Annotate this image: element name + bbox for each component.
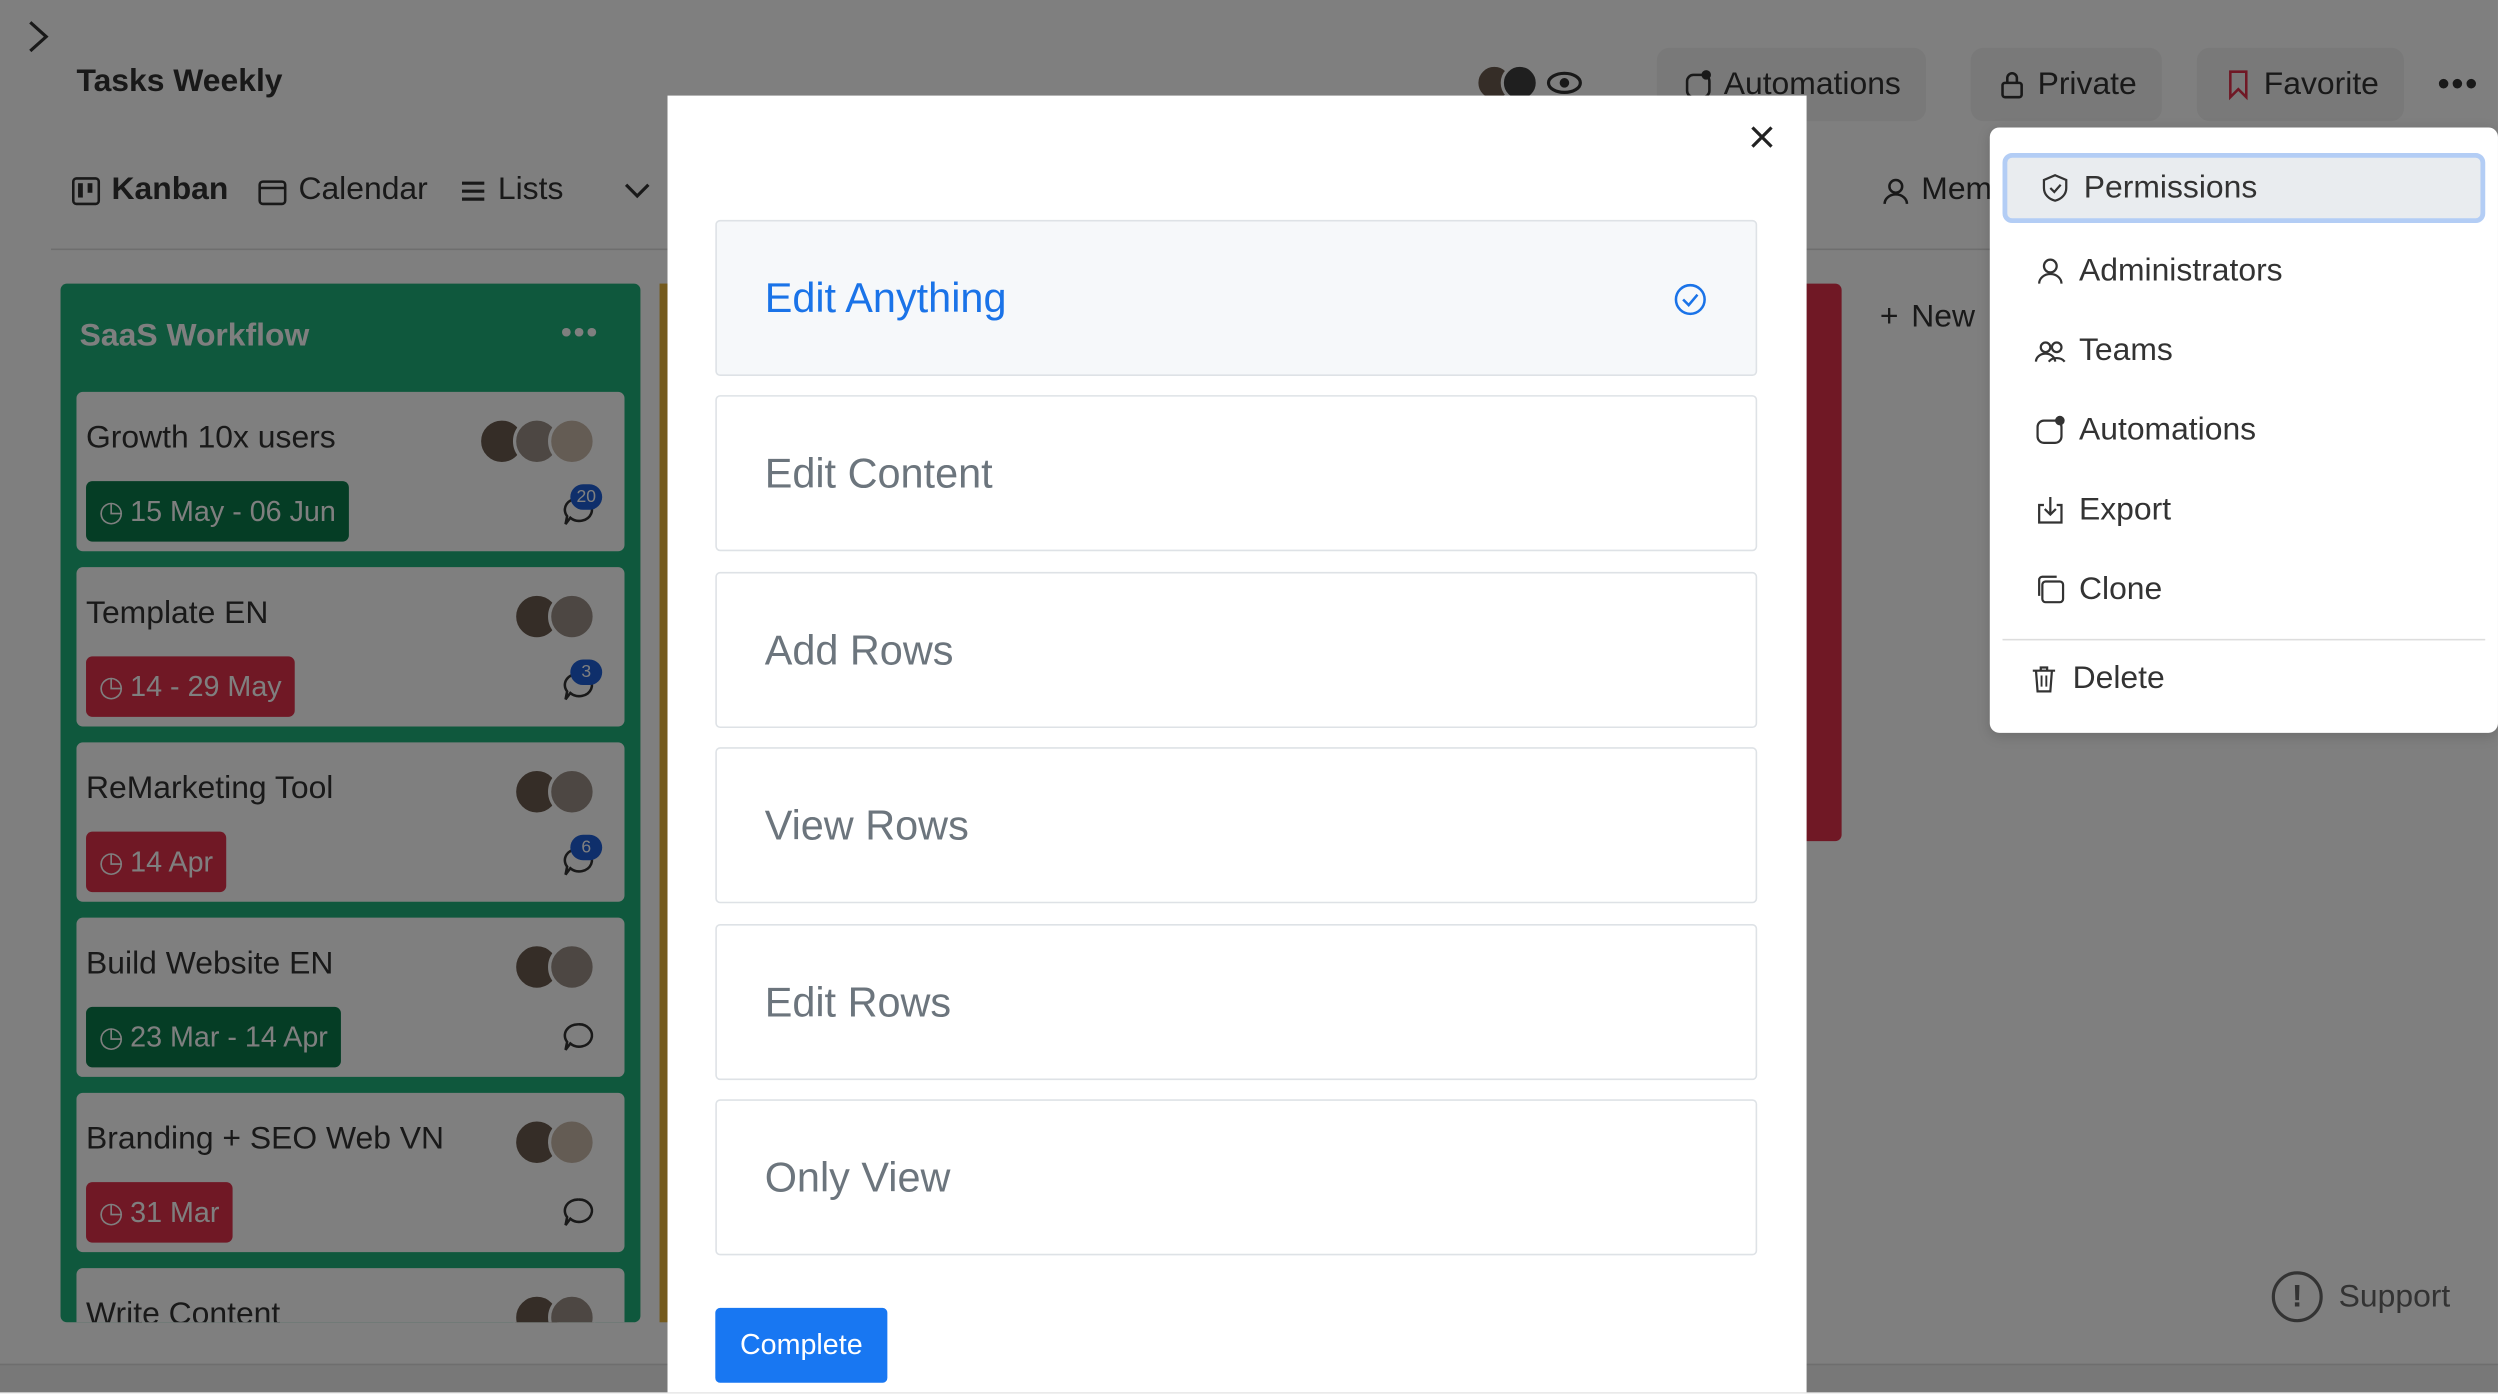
clone-icon xyxy=(2038,575,2065,604)
menu-divider xyxy=(2002,638,2486,641)
close-icon[interactable] xyxy=(1746,121,1778,153)
menu-item-label: Clone xyxy=(2078,571,2163,607)
menu-item-label: Export xyxy=(2078,491,2172,527)
permission-option-label: Edit Rows xyxy=(764,977,952,1026)
alert-icon: ! xyxy=(2271,1271,2323,1323)
export-icon xyxy=(2038,497,2063,524)
menu-item-label: Automations xyxy=(2078,411,2257,447)
menu-item-teams[interactable]: Teams xyxy=(2003,315,2486,385)
menu-item-label: Delete xyxy=(2072,660,2165,696)
more-dropdown-menu: Permissions Administrators Teams Automat… xyxy=(1989,127,2498,733)
support-button[interactable]: ! Support xyxy=(2271,1271,2451,1323)
menu-item-automations[interactable]: Automations xyxy=(2003,395,2486,465)
shield-icon xyxy=(2042,174,2068,202)
permission-option-label: Add Rows xyxy=(764,625,954,674)
permission-option-label: Edit Anything xyxy=(764,273,1007,322)
permission-option-edit-anything[interactable]: Edit Anything xyxy=(715,219,1758,376)
support-label: Support xyxy=(2338,1278,2451,1314)
menu-item-permissions[interactable]: Permissions xyxy=(2002,152,2486,224)
menu-item-delete[interactable]: Delete xyxy=(2003,644,2486,714)
permissions-modal: Edit Anything Edit Content Add Rows View… xyxy=(667,95,1807,1393)
menu-item-administrators[interactable]: Administrators xyxy=(2003,236,2486,306)
permission-option-edit-rows[interactable]: Edit Rows xyxy=(715,923,1758,1081)
menu-item-label: Permissions xyxy=(2083,169,2258,205)
permission-option-label: Edit Content xyxy=(764,448,993,497)
check-circle-icon xyxy=(1674,283,1706,316)
menu-item-label: Administrators xyxy=(2078,252,2283,288)
complete-button[interactable]: Complete xyxy=(715,1307,888,1383)
permission-option-label: Only View xyxy=(764,1152,951,1201)
menu-item-export[interactable]: Export xyxy=(2003,475,2486,545)
permission-option-edit-content[interactable]: Edit Content xyxy=(715,395,1758,552)
menu-item-clone[interactable]: Clone xyxy=(2003,554,2486,624)
permission-option-add-rows[interactable]: Add Rows xyxy=(715,571,1758,729)
permission-option-view-rows[interactable]: View Rows xyxy=(715,747,1758,904)
permission-option-label: View Rows xyxy=(764,800,969,849)
permission-option-only-view[interactable]: Only View xyxy=(715,1099,1758,1256)
user-icon xyxy=(2038,258,2063,284)
trash-icon xyxy=(2032,666,2056,693)
menu-item-label: Teams xyxy=(2078,332,2173,368)
app-root: Tasks Weekly Automations Private Favorit… xyxy=(0,0,2498,1394)
users-icon xyxy=(2034,341,2066,363)
automation-icon xyxy=(2036,415,2065,444)
